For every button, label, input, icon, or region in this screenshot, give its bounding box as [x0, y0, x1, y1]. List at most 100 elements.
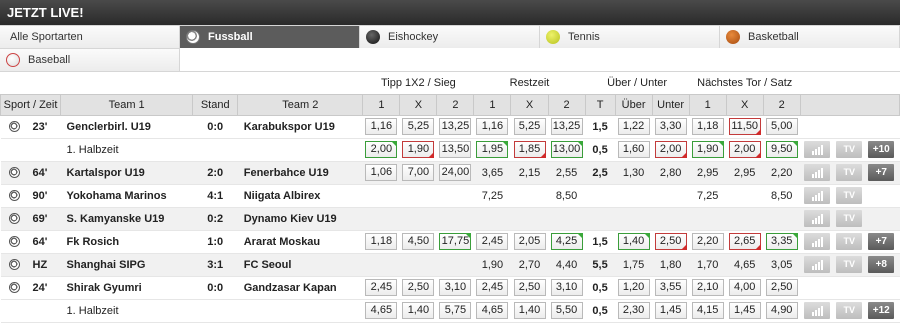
next-cell: 9,50 — [763, 138, 801, 162]
odds-button[interactable]: 1,90 — [402, 141, 435, 158]
odds-button[interactable]: 3,35 — [765, 233, 798, 250]
odds-button[interactable]: 13,50 — [439, 141, 472, 158]
more-bets-button[interactable]: +7 — [868, 164, 895, 181]
odds-button[interactable]: 1,40 — [617, 233, 650, 250]
odds-button[interactable]: 5,25 — [513, 118, 546, 135]
tab-label: Baseball — [28, 54, 71, 66]
tv-icon[interactable]: TV — [836, 141, 863, 158]
stats-bars-icon[interactable] — [804, 141, 831, 158]
odds-button[interactable]: 3,55 — [654, 279, 687, 296]
odds-button[interactable]: 4,65 — [365, 302, 398, 319]
odds-button[interactable]: 1,18 — [691, 118, 724, 135]
odds-button[interactable]: 24,00 — [439, 164, 472, 181]
stats-bars-icon[interactable] — [804, 302, 831, 319]
odds-button[interactable]: 2,30 — [617, 302, 650, 319]
odds-button[interactable]: 2,50 — [654, 233, 687, 250]
odds-button[interactable]: 13,25 — [439, 118, 472, 135]
ou-cell: 1,20 — [615, 276, 653, 300]
odds-button[interactable]: 4,50 — [402, 233, 435, 250]
stats-bars-icon[interactable] — [804, 187, 831, 204]
odds-button[interactable]: 13,25 — [550, 118, 583, 135]
tab-tennis[interactable]: Tennis — [540, 25, 720, 48]
odds-button[interactable]: 17,75 — [439, 233, 472, 250]
more-bets-button[interactable]: +10 — [868, 141, 895, 158]
tv-icon[interactable]: TV — [836, 233, 863, 250]
team2-name — [237, 138, 363, 162]
odds-button[interactable]: 4,25 — [550, 233, 583, 250]
odds-button[interactable]: 4,15 — [691, 302, 724, 319]
match-time: 69' — [28, 207, 61, 231]
tab-baseball[interactable]: Baseball — [0, 48, 180, 71]
odds-button[interactable]: 7,00 — [402, 164, 435, 181]
tab-eishockey[interactable]: Eishockey — [360, 25, 540, 48]
odds-button[interactable]: 1,90 — [691, 141, 724, 158]
odds-button[interactable]: 1,95 — [476, 141, 509, 158]
odds-button[interactable]: 1,16 — [476, 118, 509, 135]
more-bets-button[interactable]: +8 — [868, 256, 895, 273]
odds-button[interactable]: 2,20 — [691, 233, 724, 250]
odds-button[interactable]: 3,10 — [439, 279, 472, 296]
odds-button[interactable]: 2,50 — [765, 279, 798, 296]
odds-button[interactable]: 5,00 — [765, 118, 798, 135]
odds-button[interactable]: 1,45 — [654, 302, 687, 319]
odds-button[interactable]: 2,05 — [513, 233, 546, 250]
odds-value: 1,30 — [622, 166, 645, 179]
team2-name: Ararat Moskau — [237, 230, 363, 254]
tab-alle-sportarten[interactable]: Alle Sportarten — [0, 25, 180, 48]
odds-button[interactable]: 1,85 — [513, 141, 546, 158]
odds-button[interactable]: 1,06 — [365, 164, 398, 181]
odds-button[interactable]: 2,00 — [365, 141, 398, 158]
tv-icon[interactable]: TV — [836, 256, 863, 273]
odds-button[interactable]: 1,40 — [402, 302, 435, 319]
col-next-x: X — [725, 93, 764, 116]
tipp-cell — [399, 253, 437, 277]
odds-button[interactable]: 4,00 — [728, 279, 761, 296]
next-cell: 4,00 — [726, 276, 764, 300]
odds-button[interactable]: 4,90 — [765, 302, 798, 319]
odds-button[interactable]: 3,10 — [550, 279, 583, 296]
odds-button[interactable]: 1,40 — [513, 302, 546, 319]
odds-button[interactable]: 5,25 — [402, 118, 435, 135]
next-cell: 2,95 — [726, 161, 764, 185]
ou-cell: 2,80 — [652, 161, 690, 185]
team1-name: Yokohama Marinos — [60, 184, 193, 208]
tv-icon[interactable]: TV — [836, 164, 863, 181]
odds-button[interactable]: 2,00 — [728, 141, 761, 158]
odds-button[interactable]: 1,45 — [728, 302, 761, 319]
col-team2: Team 2 — [237, 93, 364, 116]
odds-button[interactable]: 11,50 — [728, 118, 761, 135]
more-bets-button[interactable]: +7 — [868, 233, 895, 250]
odds-button[interactable]: 4,65 — [476, 302, 509, 319]
tv-icon[interactable]: TV — [836, 210, 863, 227]
stats-bars-icon[interactable] — [804, 164, 831, 181]
odds-button[interactable]: 2,00 — [654, 141, 687, 158]
odds-button[interactable]: 1,60 — [617, 141, 650, 158]
odds-button[interactable]: 13,00 — [550, 141, 583, 158]
tab-basketball[interactable]: Basketball — [720, 25, 900, 48]
tv-icon[interactable]: TV — [836, 187, 863, 204]
odds-button[interactable]: 2,45 — [365, 279, 398, 296]
odds-button[interactable]: 2,45 — [476, 233, 509, 250]
stats-bars-icon[interactable] — [804, 233, 831, 250]
stats-bars-icon[interactable] — [804, 256, 831, 273]
odds-button[interactable]: 2,65 — [728, 233, 761, 250]
odds-button[interactable]: 1,16 — [365, 118, 398, 135]
tv-icon[interactable]: TV — [836, 302, 863, 319]
odds-button[interactable]: 1,18 — [365, 233, 398, 250]
odds-button[interactable]: 2,45 — [476, 279, 509, 296]
stats-bars-icon[interactable] — [804, 210, 831, 227]
odds-button[interactable]: 1,20 — [617, 279, 650, 296]
odds-button[interactable]: 2,10 — [691, 279, 724, 296]
odds-button[interactable]: 2,50 — [513, 279, 546, 296]
odds-button[interactable]: 1,22 — [617, 118, 650, 135]
rest-cell: 1,40 — [510, 299, 549, 323]
next-cell: 2,00 — [726, 138, 764, 162]
odds-button[interactable]: 5,75 — [439, 302, 472, 319]
odds-button[interactable]: 9,50 — [765, 141, 798, 158]
odds-button[interactable]: 3,30 — [654, 118, 687, 135]
ou-cell: 3,55 — [652, 276, 690, 300]
tab-fussball[interactable]: Fussball — [180, 25, 360, 48]
more-bets-button[interactable]: +12 — [868, 302, 895, 319]
odds-button[interactable]: 2,50 — [402, 279, 435, 296]
odds-button[interactable]: 5,50 — [550, 302, 583, 319]
